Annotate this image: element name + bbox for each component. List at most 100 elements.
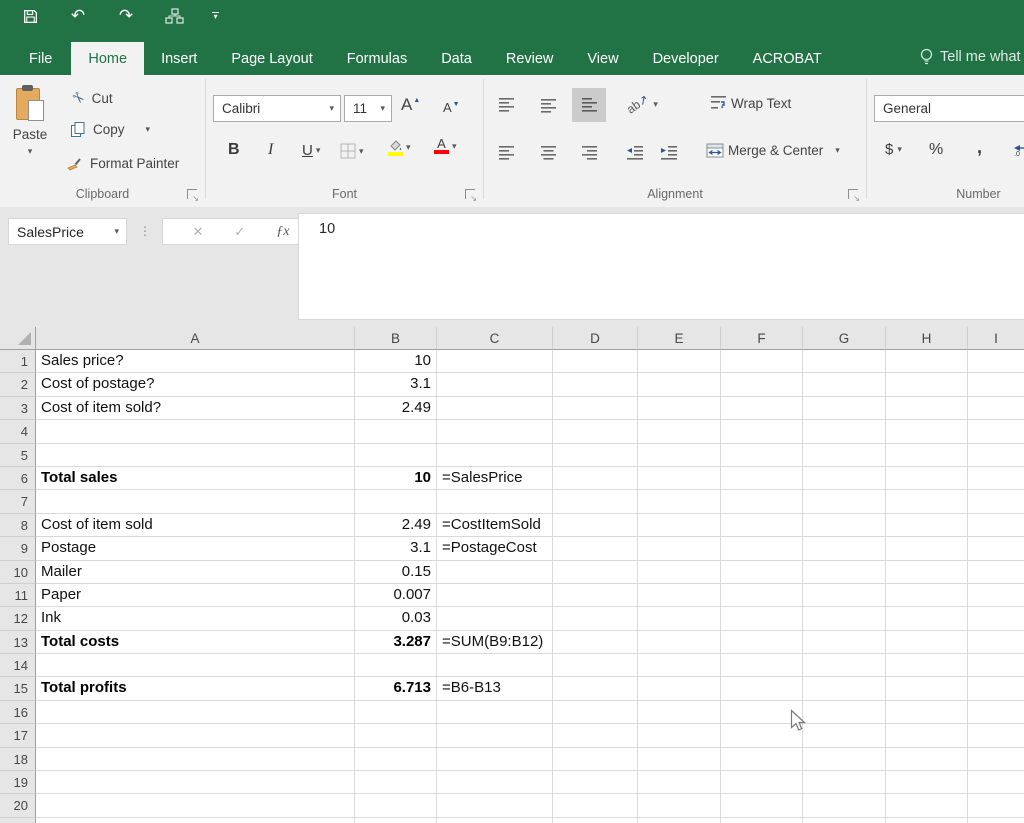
- cell-g[interactable]: [803, 677, 886, 701]
- cell-c[interactable]: [437, 443, 553, 467]
- cell-h[interactable]: [886, 443, 968, 467]
- cell-a[interactable]: [36, 794, 355, 818]
- cell-b[interactable]: [355, 490, 437, 514]
- cell-d[interactable]: [553, 560, 638, 584]
- row-header[interactable]: 20: [0, 794, 36, 818]
- row-header[interactable]: 9: [0, 537, 36, 561]
- tab-home[interactable]: Home: [71, 42, 145, 75]
- borders-caret-icon[interactable]: ▾: [359, 146, 364, 156]
- cell-c[interactable]: [437, 700, 553, 725]
- cell-d[interactable]: [553, 350, 638, 374]
- cell-b[interactable]: [355, 794, 437, 818]
- column-header-i[interactable]: I: [968, 327, 1024, 350]
- paste-button[interactable]: Paste ▾: [6, 83, 54, 183]
- decrease-indent-button[interactable]: [626, 145, 644, 160]
- font-color-button[interactable]: A ▾: [434, 137, 457, 154]
- cell-g[interactable]: [803, 373, 886, 397]
- cell-a[interactable]: Total profits: [36, 677, 355, 701]
- cell-e[interactable]: [638, 396, 721, 421]
- clipboard-dialog-launcher[interactable]: ↘: [187, 189, 199, 203]
- cell-a[interactable]: Paper: [36, 583, 355, 608]
- cell-a[interactable]: [36, 420, 355, 444]
- cell-h[interactable]: [886, 747, 968, 772]
- cell-a[interactable]: [36, 654, 355, 678]
- cell-e[interactable]: [638, 466, 721, 491]
- format-painter-button[interactable]: Format Painter: [66, 155, 179, 171]
- cell-i[interactable]: [968, 420, 1024, 444]
- name-box[interactable]: SalesPrice ▾: [8, 218, 127, 245]
- cell-f[interactable]: [721, 817, 803, 823]
- copy-caret-icon[interactable]: ▾: [146, 125, 151, 134]
- cell-d[interactable]: [553, 771, 638, 795]
- cell-b[interactable]: [355, 747, 437, 772]
- cell-e[interactable]: [638, 630, 721, 655]
- column-header-h[interactable]: H: [886, 327, 968, 350]
- cell-c[interactable]: [437, 560, 553, 584]
- font-color-caret-icon[interactable]: ▾: [452, 141, 457, 151]
- cell-b[interactable]: 2.49: [355, 513, 437, 538]
- cell-a[interactable]: [36, 817, 355, 823]
- cell-g[interactable]: [803, 700, 886, 725]
- row-header[interactable]: 16: [0, 700, 36, 725]
- cell-g[interactable]: [803, 513, 886, 538]
- cell-c[interactable]: [437, 747, 553, 772]
- cell-i[interactable]: [968, 373, 1024, 397]
- cell-c[interactable]: [437, 490, 553, 514]
- row-header[interactable]: 15: [0, 677, 36, 701]
- cell-b[interactable]: 10: [355, 466, 437, 491]
- cell-h[interactable]: [886, 420, 968, 444]
- cell-e[interactable]: [638, 350, 721, 374]
- column-header-g[interactable]: G: [803, 327, 886, 350]
- underline-caret-icon[interactable]: ▾: [316, 146, 321, 155]
- cell-c[interactable]: =CostItemSold: [437, 513, 553, 538]
- cell-f[interactable]: [721, 443, 803, 467]
- align-center-button[interactable]: [540, 145, 557, 161]
- cell-f[interactable]: [721, 490, 803, 514]
- cell-b[interactable]: 0.007: [355, 583, 437, 608]
- row-header[interactable]: 18: [0, 747, 36, 772]
- tab-review[interactable]: Review: [489, 42, 571, 75]
- cell-f[interactable]: [721, 373, 803, 397]
- cell-h[interactable]: [886, 677, 968, 701]
- tab-developer[interactable]: Developer: [636, 42, 736, 75]
- cell-i[interactable]: [968, 561, 1024, 584]
- cell-f[interactable]: [721, 607, 803, 631]
- italic-button[interactable]: I: [268, 141, 273, 159]
- cell-b[interactable]: 0.03: [355, 607, 437, 631]
- font-name-caret-icon[interactable]: ▾: [329, 104, 340, 113]
- cut-button[interactable]: ✂ Cut: [67, 87, 112, 109]
- cell-f[interactable]: [721, 466, 803, 491]
- cell-b[interactable]: 3.1: [355, 537, 437, 561]
- cell-f[interactable]: [721, 420, 803, 444]
- cell-g[interactable]: [803, 630, 886, 655]
- cell-h[interactable]: [886, 537, 968, 561]
- cell-i[interactable]: [968, 748, 1024, 772]
- cell-b[interactable]: [355, 443, 437, 467]
- cell-f[interactable]: [721, 677, 803, 701]
- cell-g[interactable]: [803, 794, 886, 818]
- tab-formulas[interactable]: Formulas: [330, 42, 424, 75]
- tab-page-layout[interactable]: Page Layout: [214, 42, 329, 75]
- cell-i[interactable]: [968, 818, 1024, 823]
- copy-button[interactable]: Copy ▾: [70, 121, 150, 138]
- align-left-button[interactable]: [498, 145, 515, 161]
- cell-h[interactable]: [886, 607, 968, 631]
- cell-g[interactable]: [803, 560, 886, 584]
- cell-c[interactable]: [437, 350, 553, 374]
- cell-g[interactable]: [803, 724, 886, 748]
- row-header[interactable]: [0, 817, 36, 823]
- row-header[interactable]: 7: [0, 490, 36, 514]
- cell-g[interactable]: [803, 350, 886, 374]
- cell-i[interactable]: [968, 607, 1024, 631]
- cell-e[interactable]: [638, 373, 721, 397]
- cell-d[interactable]: [553, 794, 638, 818]
- redo-icon[interactable]: ↷: [116, 5, 136, 27]
- cell-i[interactable]: [968, 654, 1024, 678]
- cell-e[interactable]: [638, 794, 721, 818]
- cell-b[interactable]: 0.15: [355, 560, 437, 584]
- comma-style-button[interactable]: ,: [977, 137, 982, 158]
- cell-h[interactable]: [886, 583, 968, 608]
- cell-b[interactable]: [355, 817, 437, 823]
- cell-d[interactable]: [553, 677, 638, 701]
- font-size-caret-icon[interactable]: ▾: [380, 104, 391, 113]
